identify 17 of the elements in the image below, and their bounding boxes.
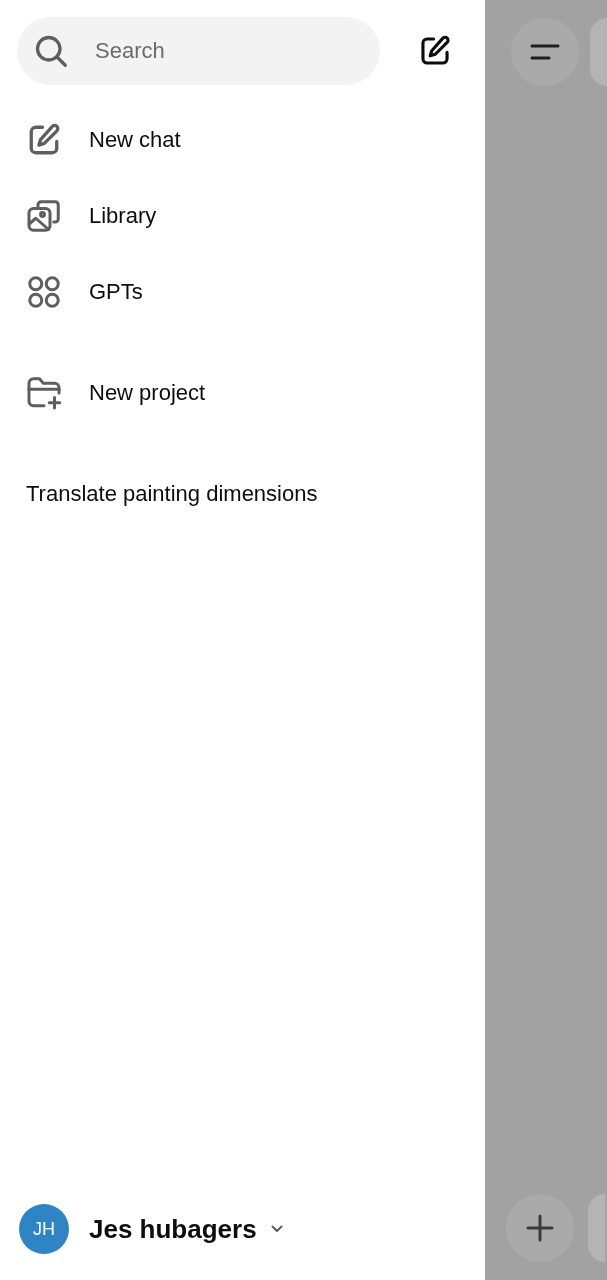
menu-item-label[interactable]: New project — [89, 379, 206, 407]
folder-plus-icon — [26, 375, 62, 411]
chevron-down-icon — [270, 1225, 283, 1233]
plus-icon — [526, 1214, 554, 1242]
menu-item-label[interactable]: New chat — [89, 126, 181, 154]
search-input[interactable]: Search — [95, 31, 360, 71]
grid-icon — [26, 274, 62, 310]
account-button[interactable]: Jes hubagers — [89, 1209, 283, 1249]
library-icon — [26, 198, 62, 234]
search-icon — [33, 33, 69, 69]
chat-history-item[interactable]: Translate painting dimensions — [26, 480, 318, 508]
menu-item-label[interactable]: Library — [89, 202, 157, 230]
search-field[interactable]: Search — [17, 17, 380, 85]
menu-item-label[interactable]: GPTs — [89, 278, 143, 306]
user-avatar[interactable]: JH — [19, 1204, 69, 1254]
compose-icon — [418, 34, 452, 68]
menu-icon — [530, 42, 560, 62]
